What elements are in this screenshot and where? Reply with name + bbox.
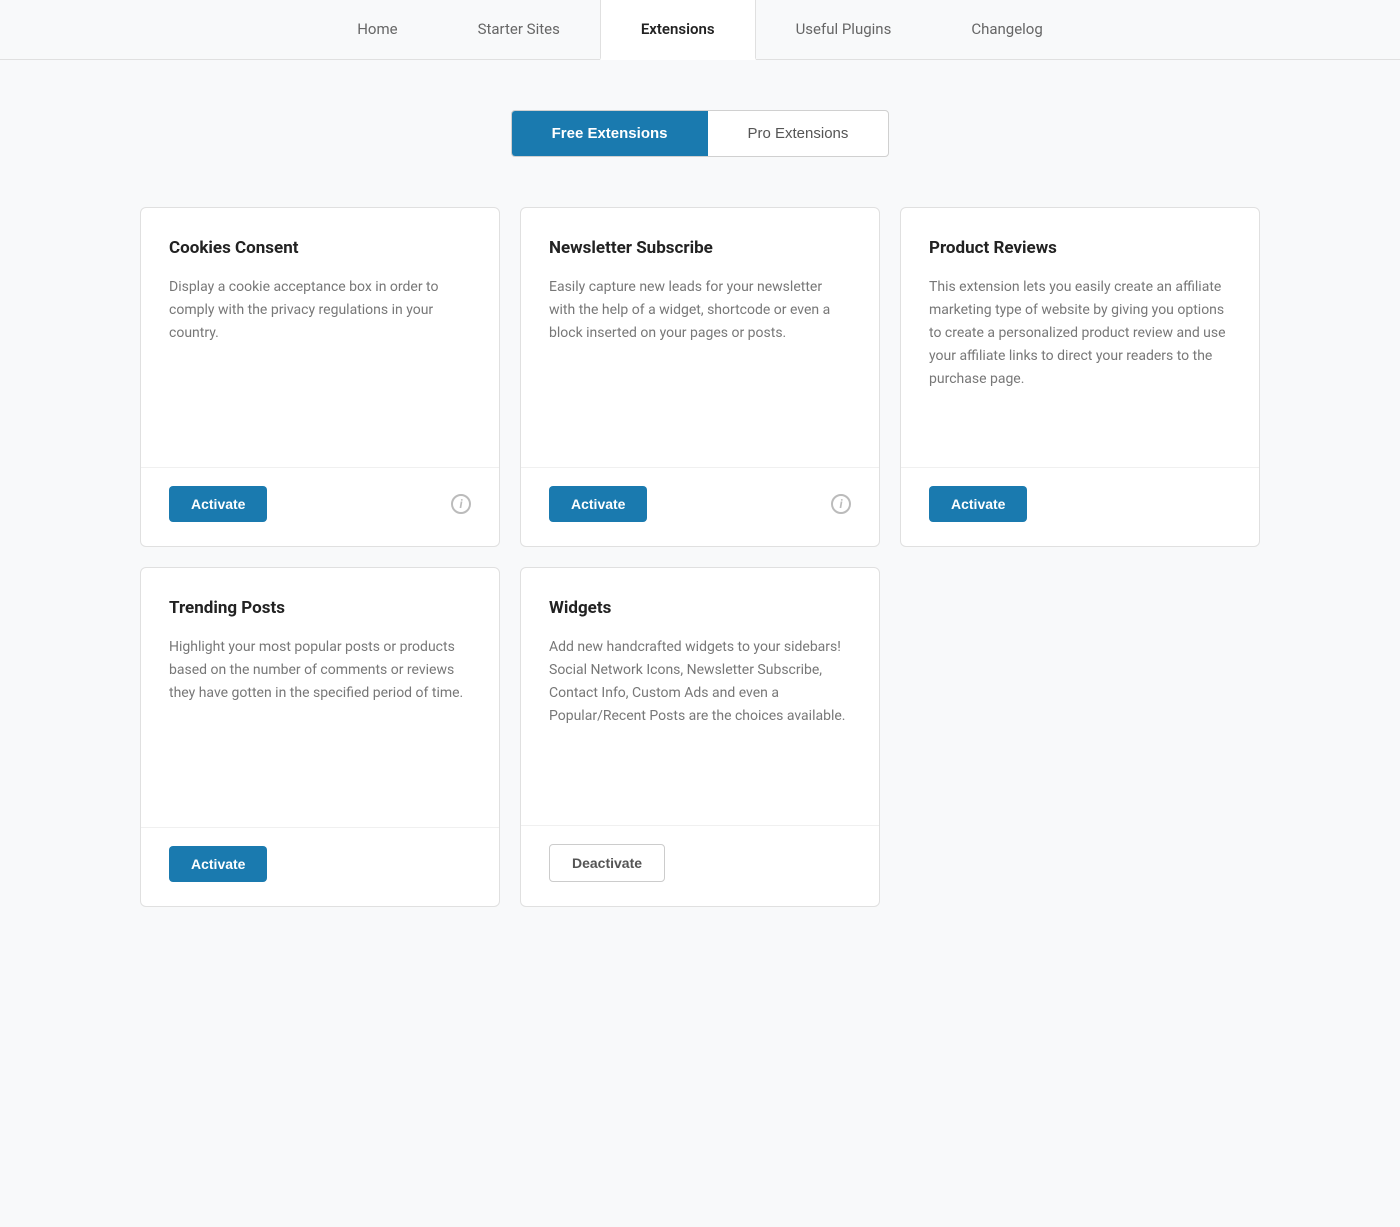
card-description-cookies-consent: Display a cookie acceptance box in order… <box>169 276 471 345</box>
card-title-trending-posts: Trending Posts <box>169 598 471 618</box>
activate-button-trending-posts[interactable]: Activate <box>169 846 267 882</box>
info-icon-cookies-consent[interactable]: i <box>451 494 471 514</box>
card-trending-posts: Trending Posts Highlight your most popul… <box>140 567 500 907</box>
activate-button-cookies-consent[interactable]: Activate <box>169 486 267 522</box>
tab-container: Free Extensions Pro Extensions <box>140 110 1260 157</box>
card-title-cookies-consent: Cookies Consent <box>169 238 471 258</box>
card-empty-placeholder <box>900 567 1260 907</box>
card-cookies-consent: Cookies Consent Display a cookie accepta… <box>140 207 500 547</box>
nav-extensions[interactable]: Extensions <box>600 0 756 60</box>
card-footer-cookies-consent: Activate i <box>141 467 499 546</box>
card-footer-trending-posts: Activate <box>141 827 499 906</box>
card-title-newsletter-subscribe: Newsletter Subscribe <box>549 238 851 258</box>
deactivate-button-widgets[interactable]: Deactivate <box>549 844 665 882</box>
card-title-widgets: Widgets <box>549 598 851 618</box>
activate-button-newsletter-subscribe[interactable]: Activate <box>549 486 647 522</box>
navigation: Home Starter Sites Extensions Useful Plu… <box>0 0 1400 60</box>
card-description-widgets: Add new handcrafted widgets to your side… <box>549 636 851 728</box>
extensions-row-2: Trending Posts Highlight your most popul… <box>140 567 1260 907</box>
card-body-cookies-consent: Cookies Consent Display a cookie accepta… <box>141 208 499 467</box>
card-description-product-reviews: This extension lets you easily create an… <box>929 276 1231 391</box>
main-content: Free Extensions Pro Extensions Cookies C… <box>120 60 1280 957</box>
card-product-reviews: Product Reviews This extension lets you … <box>900 207 1260 547</box>
info-icon-newsletter-subscribe[interactable]: i <box>831 494 851 514</box>
card-body-widgets: Widgets Add new handcrafted widgets to y… <box>521 568 879 825</box>
card-description-trending-posts: Highlight your most popular posts or pro… <box>169 636 471 705</box>
card-footer-widgets: Deactivate <box>521 825 879 906</box>
tab-pro-extensions[interactable]: Pro Extensions <box>708 111 889 156</box>
tab-free-extensions[interactable]: Free Extensions <box>512 111 708 156</box>
nav-changelog[interactable]: Changelog <box>931 0 1082 59</box>
activate-button-product-reviews[interactable]: Activate <box>929 486 1027 522</box>
tab-group: Free Extensions Pro Extensions <box>511 110 890 157</box>
card-description-newsletter-subscribe: Easily capture new leads for your newsle… <box>549 276 851 345</box>
nav-useful-plugins[interactable]: Useful Plugins <box>756 0 932 59</box>
extensions-row-1: Cookies Consent Display a cookie accepta… <box>140 207 1260 547</box>
card-body-newsletter-subscribe: Newsletter Subscribe Easily capture new … <box>521 208 879 467</box>
card-body-product-reviews: Product Reviews This extension lets you … <box>901 208 1259 467</box>
card-footer-newsletter-subscribe: Activate i <box>521 467 879 546</box>
nav-starter-sites[interactable]: Starter Sites <box>438 0 600 59</box>
card-widgets: Widgets Add new handcrafted widgets to y… <box>520 567 880 907</box>
card-body-trending-posts: Trending Posts Highlight your most popul… <box>141 568 499 827</box>
card-newsletter-subscribe: Newsletter Subscribe Easily capture new … <box>520 207 880 547</box>
nav-home[interactable]: Home <box>317 0 437 59</box>
card-footer-product-reviews: Activate <box>901 467 1259 546</box>
card-title-product-reviews: Product Reviews <box>929 238 1231 258</box>
